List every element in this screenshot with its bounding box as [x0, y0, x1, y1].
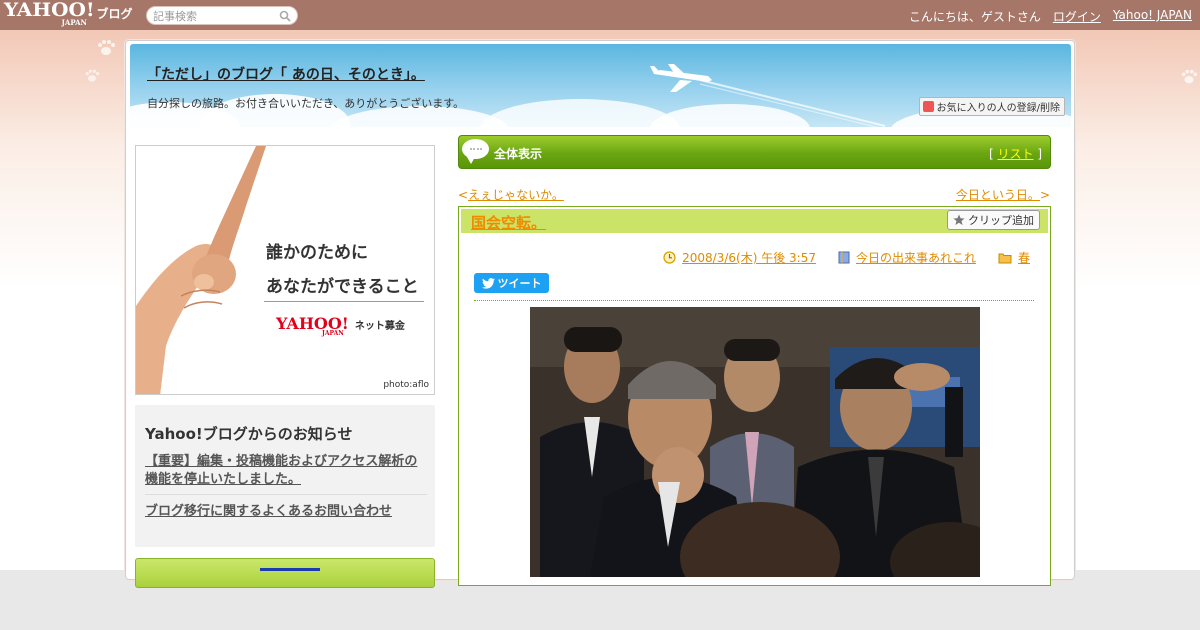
- article-divider: [474, 300, 1034, 301]
- hands-illustration: [136, 146, 266, 394]
- search-input[interactable]: [153, 8, 273, 24]
- next-article-link[interactable]: 今日という日。: [956, 188, 1040, 202]
- yahoo-blog-logo[interactable]: YAHOO! JAPAN ブログ: [3, 0, 133, 29]
- sidebar-widget: [135, 558, 435, 588]
- article-folder-link[interactable]: 春: [1018, 249, 1030, 266]
- list-toggle: [ リスト ]: [989, 145, 1042, 162]
- heart-icon: [922, 101, 934, 112]
- greeting-text: こんにちは、ゲストさん: [908, 10, 1041, 24]
- blog-title[interactable]: 「ただし」のブログ「 あの日、そのとき」。: [147, 64, 425, 84]
- tweet-button[interactable]: ツイート: [474, 273, 549, 293]
- list-bracket-close: ]: [1037, 147, 1042, 161]
- favorite-button-label: お気に入りの人の登録/削除: [936, 103, 1060, 114]
- ad-headline-2: あなたができること: [266, 277, 419, 297]
- clip-add-button[interactable]: クリップ追加: [947, 210, 1040, 230]
- login-link[interactable]: ログイン: [1053, 8, 1101, 25]
- list-bracket-open: [: [988, 147, 994, 161]
- favorite-register-button[interactable]: お気に入りの人の登録/削除: [918, 97, 1065, 116]
- blog-header-banner: 「ただし」のブログ「 あの日、そのとき」。 自分探しの旅路。お付き合いいただき、…: [130, 44, 1071, 127]
- widget-mark: [260, 568, 320, 574]
- next-mark: >: [1039, 188, 1050, 202]
- book-icon: [838, 251, 850, 264]
- ad-divider: [264, 301, 424, 302]
- yahoo-japan-link[interactable]: Yahoo! JAPAN: [1113, 8, 1192, 25]
- section-header-bar: 全体表示 [ リスト ]: [458, 135, 1051, 169]
- search-box: [146, 6, 298, 25]
- parliament-photo-illustration: [530, 307, 980, 577]
- article-date-link[interactable]: 2008/3/6(木) 午後 3:57: [682, 249, 816, 266]
- logo-blog-text: ブログ: [96, 7, 133, 21]
- article-header: 国会空転。 クリップ追加: [461, 209, 1048, 233]
- logo-yahoo-text: YAHOO!: [3, 0, 95, 21]
- prev-article: <えぇじゃないか。: [458, 186, 564, 203]
- blog-container: 「ただし」のブログ「 あの日、そのとき」。 自分探しの旅路。お付き合いいただき、…: [125, 40, 1075, 588]
- airplane-icon: [650, 64, 886, 127]
- next-article: 今日という日。>: [956, 186, 1050, 203]
- notice-box: Yahoo!ブログからのお知らせ 【重要】編集・投稿機能およびアクセス解析の機能…: [135, 405, 435, 547]
- section-title: 全体表示: [494, 147, 543, 161]
- ad-photo-credit: photo:aflo: [383, 380, 429, 390]
- tweet-button-label: ツイート: [497, 277, 542, 290]
- user-nav: こんにちは、ゲストさん ログイン Yahoo! JAPAN: [909, 8, 1192, 25]
- ad-logo: YAHOO! JAPAN ネット募金: [276, 314, 405, 337]
- article-photo: [530, 307, 980, 577]
- ad-logo-japan: JAPAN: [322, 330, 344, 337]
- ad-tagline: ネット募金: [354, 321, 405, 332]
- article-card: 国会空転。 クリップ追加 2008/3/6(木) 午後 3:57 今日の出来事あ…: [458, 206, 1051, 586]
- paw-print-decoration: [1181, 69, 1198, 84]
- prev-mark: <: [458, 188, 469, 202]
- paw-print-decoration: [85, 69, 100, 82]
- article-meta: 2008/3/6(木) 午後 3:57 今日の出来事あれこれ 春: [663, 249, 1030, 266]
- article-title[interactable]: 国会空転。: [471, 212, 546, 233]
- notice-link-faq[interactable]: ブログ移行に関するよくあるお問い合わせ: [145, 500, 392, 519]
- article-category-link[interactable]: 今日の出来事あれこれ: [856, 249, 976, 266]
- donation-ad-banner[interactable]: 誰かのために あなたができること YAHOO! JAPAN ネット募金 phot…: [135, 145, 435, 395]
- speech-bubble-icon: [462, 139, 489, 164]
- blog-subtitle: 自分探しの旅路。お付き合いいただき、ありがとうございます。: [147, 97, 465, 110]
- notice-title: Yahoo!ブログからのお知らせ: [145, 425, 353, 443]
- prev-article-link[interactable]: えぇじゃないか。: [468, 188, 564, 202]
- ad-headline-1: 誰かのために: [266, 243, 368, 263]
- clock-icon: [663, 251, 676, 264]
- list-view-link[interactable]: リスト: [997, 147, 1033, 161]
- twitter-bird-icon: [481, 277, 495, 289]
- paw-print-decoration: [98, 40, 115, 55]
- notice-link-important[interactable]: 【重要】編集・投稿機能およびアクセス解析の機能を停止いたしました。: [145, 453, 427, 495]
- search-icon[interactable]: [279, 10, 291, 22]
- masthead: YAHOO! JAPAN ブログ こんにちは、ゲストさん ログイン Yahoo!…: [0, 0, 1200, 30]
- star-icon: [953, 214, 965, 225]
- clip-button-label: クリップ追加: [968, 214, 1034, 227]
- folder-icon: [998, 253, 1012, 263]
